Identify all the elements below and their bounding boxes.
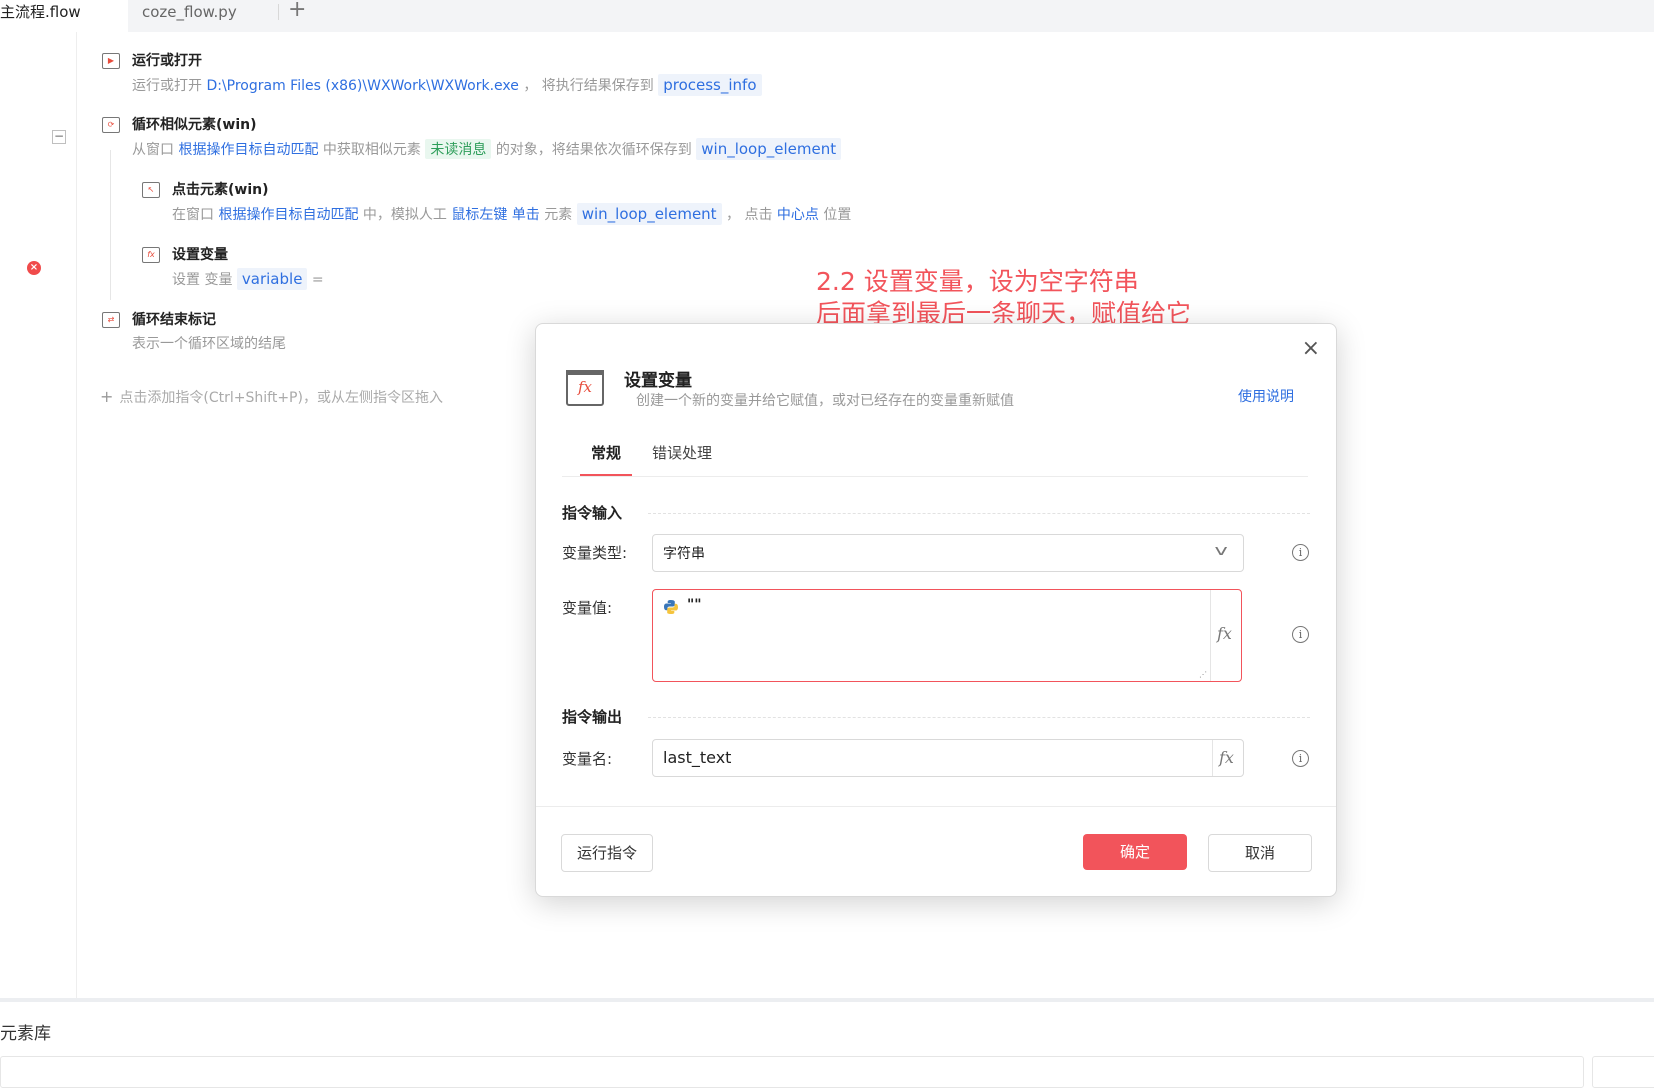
step-title-loop-end[interactable]: 循环结束标记 [132,309,216,329]
click-element-icon: ↖ [142,182,160,198]
window-match-link[interactable]: 根据操作目标自动匹配 [178,142,318,158]
dialog-subtitle: 创建一个新的变量并给它赋值，或对已经存在的变量重新赋值 [636,393,1014,409]
tab-coze-flow[interactable]: coze_flow.py [142,0,237,26]
fx-icon: fx [1217,624,1232,643]
section-input-title: 指令输入 [562,504,623,522]
bottom-panel-divider[interactable] [0,998,1654,1002]
footer-divider [536,806,1336,807]
info-icon[interactable]: i [1292,750,1309,767]
help-link[interactable]: 使用说明 [1238,386,1294,406]
var-tag-win-loop[interactable]: win_loop_element [576,203,722,225]
variable-value-input[interactable]: "" ⋰ fx [652,589,1242,682]
mouse-button-link[interactable]: 鼠标左键 [451,207,507,223]
chevron-down-icon: v [1214,543,1228,559]
variable-type-label: 变量类型: [562,544,628,562]
annotation-line-1: 2.2 设置变量，设为空字符串 [816,267,1139,296]
step-title-click[interactable]: 点击元素(win) [172,179,269,199]
var-tag-process-info[interactable]: process_info [658,74,762,96]
program-path-link[interactable]: D:\Program Files (x86)\WXWork\WXWork.exe [206,78,518,94]
desc-text: 在窗口 [172,207,214,223]
step-desc-run-open[interactable]: 运行或打开 D:\Program Files (x86)\WXWork\WXWo… [132,74,762,96]
step-title-loop[interactable]: 循环相似元素(win) [132,114,257,134]
function-icon: fx [566,370,604,406]
variable-value-text: "" [687,597,702,613]
cancel-button[interactable]: 取消 [1208,834,1312,872]
value-fx-button[interactable]: fx [1210,590,1241,681]
run-command-button[interactable]: 运行指令 [561,834,653,872]
tab-separator [278,4,279,20]
window-match-link[interactable]: 根据操作目标自动匹配 [218,207,358,223]
desc-text: 从窗口 [132,142,174,158]
step-title-run-open[interactable]: 运行或打开 [132,50,202,70]
loop-scope-line [110,150,111,300]
tab-main-flow[interactable]: 主流程.flow [0,0,128,32]
click-type-link[interactable]: 单击 [512,207,540,223]
click-position-link[interactable]: 中心点 [777,207,819,223]
dialog-title: 设置变量 [624,371,692,391]
element-tag-unread[interactable]: 未读消息 [425,139,492,159]
step-desc-click[interactable]: 在窗口 根据操作目标自动匹配 中，模拟人工 鼠标左键 单击 元素 win_loo… [172,203,851,225]
element-library-list[interactable] [0,1056,1584,1088]
info-icon[interactable]: i [1292,544,1309,561]
desc-text: ， 将执行结果保存到 [523,78,654,94]
run-open-icon: ▶ [102,53,120,69]
var-tag-variable[interactable]: variable [236,268,308,290]
error-icon[interactable]: × [27,261,41,275]
set-variable-icon: fx [142,247,160,263]
variable-name-input[interactable]: last_text fx [652,739,1244,777]
desc-text: 位置 [823,207,852,223]
desc-text: ， 点击 [726,207,773,223]
variable-name-label: 变量名: [562,750,613,768]
name-fx-button[interactable]: fx [1212,740,1243,776]
variable-type-select[interactable]: 字符串 v [652,534,1244,572]
step-desc-loop-end: 表示一个循环区域的结尾 [132,336,286,352]
close-icon[interactable]: × [1302,336,1320,361]
add-hint-text: 点击添加指令(Ctrl+Shift+P)，或从左侧指令区拖入 [119,390,443,406]
desc-text: 的对象，将结果依次循环保存到 [495,142,692,158]
desc-text: 中，模拟人工 [362,207,447,223]
step-title-set-var[interactable]: 设置变量 [172,244,228,264]
step-desc-loop[interactable]: 从窗口 根据操作目标自动匹配 中获取相似元素 未读消息 的对象，将结果依次循环保… [132,138,842,160]
tab-error-handling[interactable]: 错误处理 [652,440,712,466]
annotation-note: 2.2 设置变量，设为空字符串 后面拿到最后一条聊天，赋值给它 [816,266,1191,330]
collapse-loop-button[interactable]: − [52,130,66,144]
tab-coze-flow-label: coze_flow.py [142,3,237,21]
desc-text: 设置 变量 [172,272,233,288]
add-tab-button[interactable]: + [288,0,306,22]
plus-icon: + [100,387,114,406]
add-command-hint[interactable]: + 点击添加指令(Ctrl+Shift+P)，或从左侧指令区拖入 [100,387,443,407]
variable-value-label: 变量值: [562,599,613,617]
variable-type-value: 字符串 [663,546,705,562]
section-divider [648,717,1310,718]
resize-grip-icon[interactable]: ⋰ [1199,670,1207,679]
element-library-side-box[interactable] [1592,1056,1654,1088]
element-library-title: 元素库 [0,1024,51,1044]
desc-text: 中获取相似元素 [322,142,421,158]
var-tag-win-loop[interactable]: win_loop_element [696,138,842,160]
gutter-divider [76,32,77,998]
fx-icon: fx [1219,748,1234,767]
loop-elements-icon: ⟳ [102,117,120,133]
section-divider [648,513,1310,514]
confirm-button[interactable]: 确定 [1083,834,1187,870]
python-icon [664,600,678,614]
tab-bar [0,0,1654,32]
desc-text: = [311,272,324,288]
info-icon[interactable]: i [1292,626,1309,643]
tab-general[interactable]: 常规 [580,440,632,476]
section-output-title: 指令输出 [562,708,623,726]
tab-main-flow-label: 主流程.flow [0,3,81,21]
desc-text: 元素 [544,207,573,223]
variable-name-value: last_text [663,748,732,767]
desc-text: 运行或打开 [132,78,202,94]
step-desc-set-var[interactable]: 设置 变量 variable = [172,268,324,290]
set-variable-dialog: × fx 设置变量 创建一个新的变量并给它赋值，或对已经存在的变量重新赋值 使用… [535,323,1337,897]
dialog-tabs: 常规 错误处理 [562,440,1308,477]
loop-end-icon: ⇄ [102,312,120,328]
